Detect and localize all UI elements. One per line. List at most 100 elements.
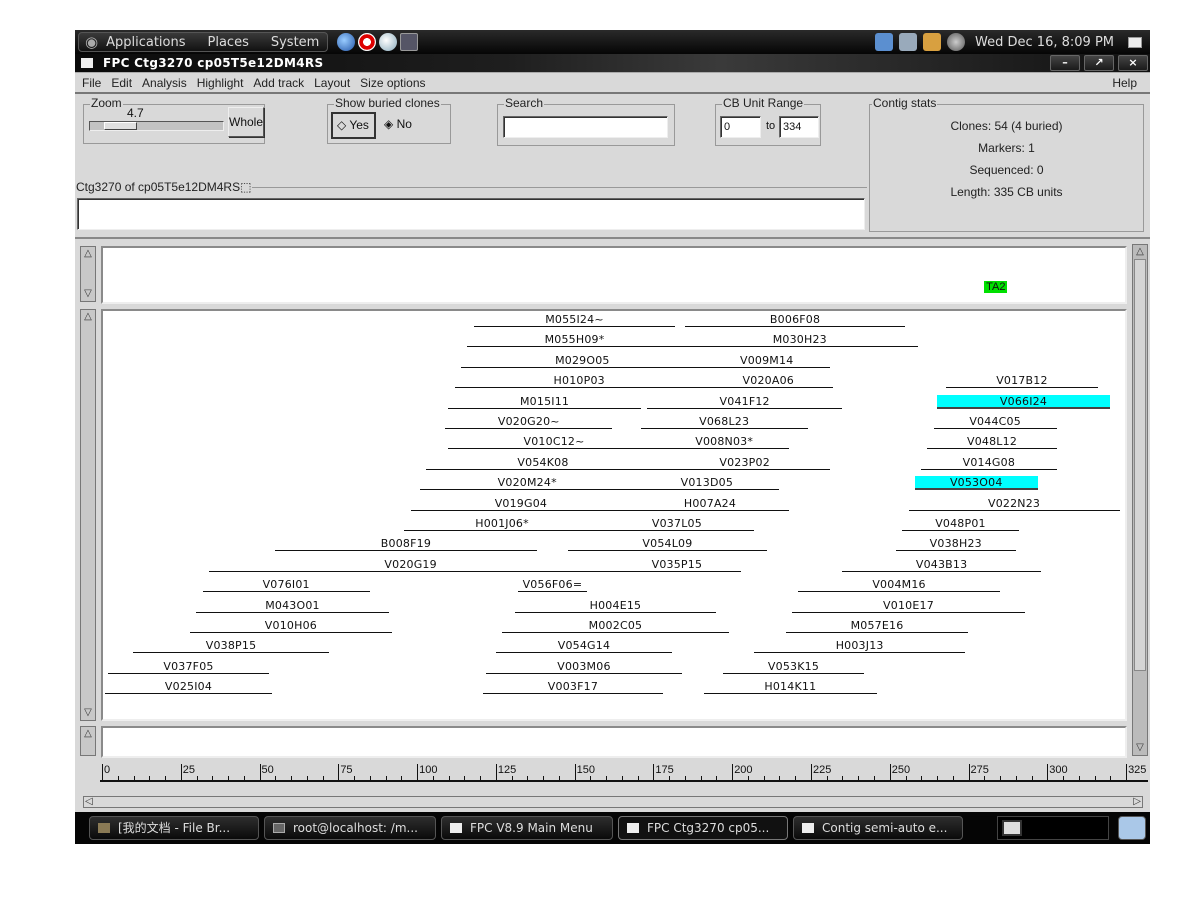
bottom-track[interactable]: [101, 726, 1127, 758]
clone-v020a06[interactable]: V020A06: [703, 374, 833, 389]
buried-yes-radio[interactable]: ◇ Yes: [331, 112, 376, 139]
menu-analysis[interactable]: Analysis: [142, 76, 187, 90]
scroll-down-arrow-icon[interactable]: ▽: [82, 706, 94, 720]
volume-icon[interactable]: [947, 33, 966, 51]
clone-m002c05[interactable]: M002C05: [502, 619, 729, 633]
task-contig-semi-auto[interactable]: Contig semi-auto e...: [793, 816, 963, 840]
menu-help[interactable]: Help: [1112, 76, 1137, 90]
clone-track[interactable]: M055I24~ B006F08 M055H09* M030H23 M029O05 V00…: [101, 309, 1127, 721]
clone-v009m14[interactable]: V009M14: [703, 354, 830, 368]
clone-v019g04[interactable]: V019G04: [410, 497, 632, 511]
network-manager-icon[interactable]: [875, 33, 894, 51]
clone-v044c05[interactable]: V044C05: [933, 415, 1057, 429]
clone-track-scrollbar[interactable]: △ ▽: [80, 309, 96, 721]
clone-v041f12[interactable]: V041F12: [646, 395, 843, 409]
clone-h007a24[interactable]: H007A24: [631, 497, 789, 511]
clone-v054k08[interactable]: V054K08: [426, 456, 660, 470]
panel-menu-places[interactable]: Places: [208, 35, 249, 50]
clone-v054g14[interactable]: V054G14: [495, 639, 673, 654]
clone-m055h09[interactable]: M055H09*: [467, 333, 682, 348]
clone-h001j06[interactable]: H001J06*: [404, 517, 600, 531]
workspace-switcher[interactable]: [997, 816, 1109, 840]
zoom-slider[interactable]: [89, 121, 224, 131]
clone-v037f05[interactable]: V037F05: [108, 660, 269, 674]
cb-range-to-input[interactable]: [779, 116, 819, 138]
clone-v037l05[interactable]: V037L05: [599, 517, 755, 531]
scrollbar-thumb[interactable]: [1134, 259, 1146, 671]
show-desktop-icon[interactable]: [1128, 36, 1142, 48]
search-input[interactable]: [503, 116, 668, 138]
close-button[interactable]: ×: [1118, 55, 1148, 71]
clone-v008n03[interactable]: V008N03*: [659, 435, 789, 450]
help-lifebuoy-icon[interactable]: [358, 33, 376, 51]
scroll-up-arrow-icon[interactable]: △: [1134, 245, 1146, 259]
scroll-right-arrow-icon[interactable]: ▷: [1133, 796, 1141, 807]
clone-v020m24[interactable]: V020M24*: [420, 476, 635, 491]
scroll-up-arrow-icon[interactable]: △: [82, 727, 94, 741]
clone-m015i11[interactable]: M015I11: [448, 395, 641, 409]
clone-v020g19[interactable]: V020G19: [208, 558, 613, 572]
clone-h010p03[interactable]: H010P03: [454, 374, 704, 389]
menu-file[interactable]: File: [82, 76, 101, 90]
horizontal-scrollbar[interactable]: ◁ ▷: [83, 796, 1143, 808]
clone-v038p15[interactable]: V038P15: [133, 639, 329, 654]
firefox-icon[interactable]: [337, 33, 355, 51]
clone-v010e17[interactable]: V010E17: [791, 599, 1026, 613]
scroll-up-arrow-icon[interactable]: △: [82, 310, 94, 324]
menu-add-track[interactable]: Add track: [253, 76, 304, 90]
bottom-track-scrollbar[interactable]: △: [80, 726, 96, 756]
scroll-up-arrow-icon[interactable]: △: [82, 247, 94, 261]
panel-menu-system[interactable]: System: [271, 35, 319, 50]
clone-m043o01[interactable]: M043O01: [196, 599, 389, 613]
clone-v068l23[interactable]: V068L23: [640, 415, 808, 429]
clone-h004e15[interactable]: H004E15: [514, 599, 717, 613]
maximize-button[interactable]: ↗: [1084, 55, 1114, 71]
clone-v003m06[interactable]: V003M06: [486, 660, 682, 674]
clone-m055i24[interactable]: M055I24~: [473, 313, 676, 327]
clone-v025i04[interactable]: V025I04: [105, 680, 272, 695]
marker-track-scrollbar[interactable]: △ ▽: [80, 246, 96, 302]
clock[interactable]: Wed Dec 16, 8:09 PM: [975, 35, 1114, 50]
zoom-slider-thumb[interactable]: [104, 122, 137, 130]
clone-v020g20[interactable]: V020G20~: [445, 415, 613, 429]
task-fpc-contig[interactable]: FPC Ctg3270 cp05...: [618, 816, 788, 840]
clone-h014k11[interactable]: H014K11: [703, 680, 877, 695]
clone-v053o04[interactable]: V053O04: [914, 476, 1038, 491]
menu-size-options[interactable]: Size options: [360, 76, 425, 90]
clone-b008f19[interactable]: B008F19: [275, 537, 537, 552]
clone-v066i24[interactable]: V066I24: [936, 394, 1111, 409]
panel-menu-applications[interactable]: Applications: [106, 35, 185, 50]
clone-v035p15[interactable]: V035P15: [612, 558, 742, 572]
clone-v023p02[interactable]: V023P02: [659, 456, 830, 470]
clone-v053k15[interactable]: V053K15: [722, 660, 865, 674]
clone-v010h06[interactable]: V010H06: [190, 619, 392, 633]
clone-v022n23[interactable]: V022N23: [908, 497, 1120, 511]
clone-b006f08[interactable]: B006F08: [684, 313, 906, 327]
clone-m057e16[interactable]: M057E16: [785, 619, 969, 633]
task-file-browser[interactable]: [我的文档 - File Br...: [89, 816, 259, 840]
network-icon[interactable]: [899, 33, 918, 51]
menu-layout[interactable]: Layout: [314, 76, 350, 90]
cb-range-from-input[interactable]: [720, 116, 761, 138]
menu-highlight[interactable]: Highlight: [197, 76, 244, 90]
clone-v056f06[interactable]: V056F06=: [517, 578, 588, 593]
clone-v014g08[interactable]: V014G08: [921, 456, 1057, 470]
clone-m030h23[interactable]: M030H23: [681, 333, 918, 348]
workspace-1[interactable]: [1002, 820, 1022, 836]
clone-v048p01[interactable]: V048P01: [902, 517, 1019, 531]
contig-remark-input[interactable]: [77, 198, 865, 230]
clone-v004m16[interactable]: V004M16: [798, 578, 1000, 593]
task-terminal[interactable]: root@localhost: /m...: [264, 816, 436, 840]
clipboard-icon[interactable]: [923, 33, 942, 51]
clone-v054l09[interactable]: V054L09: [568, 537, 767, 552]
scroll-down-arrow-icon[interactable]: ▽: [1134, 741, 1146, 755]
clone-v076i01[interactable]: V076I01: [202, 578, 370, 593]
evolution-mail-icon[interactable]: [379, 33, 397, 51]
clone-v013d05[interactable]: V013D05: [634, 476, 780, 491]
clone-v003f17[interactable]: V003F17: [483, 680, 663, 695]
main-vertical-scrollbar[interactable]: △ ▽: [1132, 244, 1148, 756]
minimize-button[interactable]: –: [1050, 55, 1080, 71]
buried-no-radio[interactable]: ◈ No: [384, 117, 412, 131]
marker-track[interactable]: TA2: [101, 246, 1127, 304]
clone-v043b13[interactable]: V043B13: [842, 558, 1041, 572]
